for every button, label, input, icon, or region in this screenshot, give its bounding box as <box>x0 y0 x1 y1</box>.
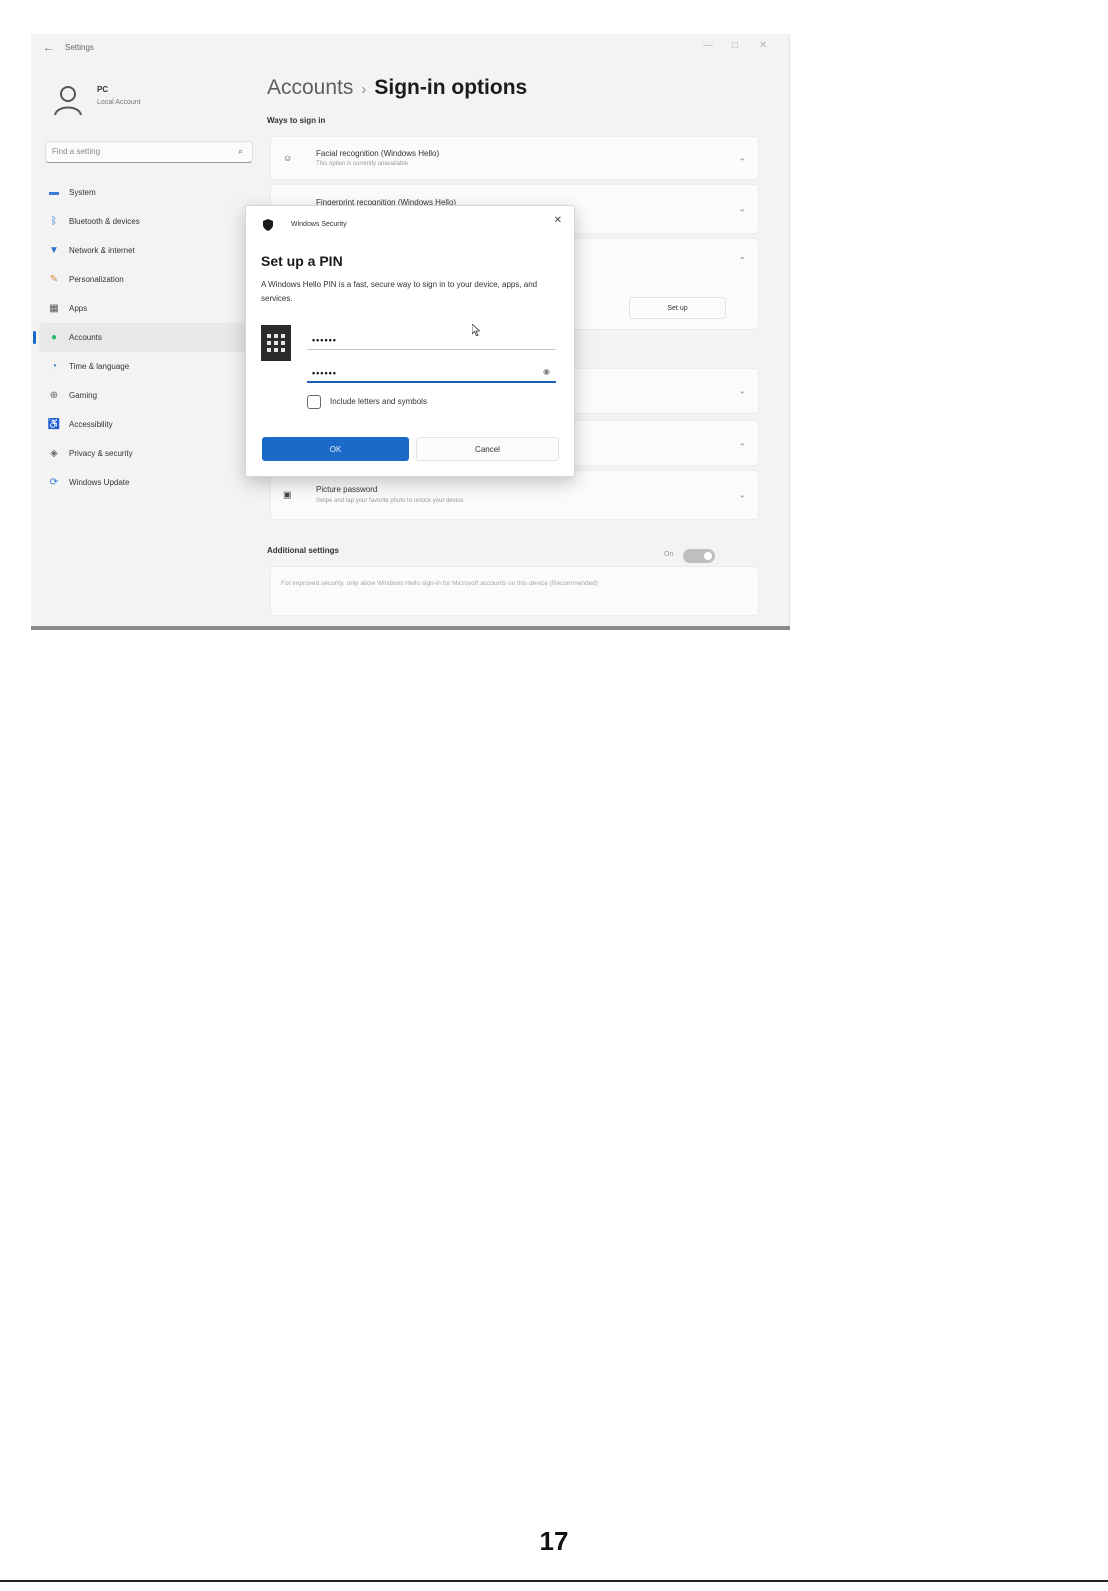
sidebar-item-label: Accessibility <box>69 420 113 429</box>
toggle-knob <box>704 552 712 560</box>
brush-icon: ✎ <box>49 274 59 285</box>
chevron-up-icon: ⌃ <box>738 255 746 266</box>
face-icon: ☺ <box>283 153 293 163</box>
gamepad-icon: ⊕ <box>49 390 59 401</box>
sidebar-item-label: Bluetooth & devices <box>69 217 140 226</box>
sidebar-item-label: Gaming <box>69 391 98 400</box>
sidebar-item-label: Windows Update <box>69 478 130 487</box>
dialog-close-icon[interactable]: ✕ <box>554 215 562 226</box>
dialog-description: A Windows Hello PIN is a fast, secure wa… <box>261 280 538 303</box>
apps-icon: ▦ <box>49 303 59 314</box>
breadcrumb-parent[interactable]: Accounts <box>267 76 353 99</box>
sidebar-item-gaming[interactable]: ⊕ Gaming <box>39 381 265 410</box>
title-bar: ← Settings — □ ✕ <box>31 34 789 64</box>
accessibility-icon: ♿ <box>47 419 61 430</box>
chevron-down-icon: ⌄ <box>738 489 746 500</box>
mouse-cursor-icon <box>472 324 480 336</box>
reveal-eye-icon[interactable]: ◉ <box>543 367 550 376</box>
sidebar-nav: ▬ System ᛒ Bluetooth & devices ▼ Network & in… <box>33 178 265 497</box>
confirm-pin-field[interactable]: •••••• ◉ <box>307 363 556 383</box>
keypad-icon <box>261 325 291 361</box>
dialog-app-name: Windows Security <box>291 221 347 228</box>
sidebar-item-label: Network & internet <box>69 246 135 255</box>
new-pin-field[interactable]: •••••• <box>307 330 556 350</box>
dialog-title: Set up a PIN <box>261 253 343 269</box>
search-input[interactable]: Find a setting ⌕ <box>45 141 253 163</box>
sidebar-item-system[interactable]: ▬ System <box>39 178 265 207</box>
window-title: Settings <box>65 43 94 52</box>
sidebar-item-accessibility[interactable]: ♿ Accessibility <box>39 410 265 439</box>
chevron-down-icon: ⌄ <box>738 385 746 396</box>
windows-security-shield-icon <box>263 219 273 231</box>
page-bottom-rule <box>0 1580 1108 1582</box>
profile-name: PC <box>97 85 109 94</box>
sidebar-item-time-language[interactable]: ◔ Time & language <box>39 352 265 381</box>
card-subtitle: This option is currently unavailable <box>316 161 409 167</box>
chevron-down-icon: ⌄ <box>738 203 746 214</box>
sidebar-item-label: Apps <box>69 304 88 313</box>
active-indicator <box>33 331 36 344</box>
sidebar-item-label: System <box>69 188 96 197</box>
page-title: Sign-in options <box>374 76 528 99</box>
sidebar-item-accounts[interactable]: ● Accounts <box>33 323 265 352</box>
sidebar-item-privacy-security[interactable]: ◈ Privacy & security <box>39 439 265 468</box>
breadcrumb: Accounts › Sign-in options <box>267 76 527 100</box>
person-icon: ● <box>50 332 58 343</box>
card-title: Facial recognition (Windows Hello) <box>316 149 440 158</box>
card-subtitle: Swipe and tap your favorite photo to unl… <box>316 498 464 504</box>
chevron-down-icon: ⌄ <box>738 152 746 163</box>
avatar-icon[interactable] <box>49 81 87 119</box>
shield-icon: ◈ <box>50 448 58 459</box>
sidebar-item-label: Privacy & security <box>69 449 133 458</box>
page-number: 17 <box>539 1526 569 1556</box>
profile-account-type: Local Account <box>97 99 141 106</box>
additional-setting-text: For improved security, only allow Window… <box>281 580 599 587</box>
confirm-pin-value: •••••• <box>312 368 337 378</box>
card-picture-password[interactable]: ▣ Picture password Swipe and tap your fa… <box>270 470 759 520</box>
ways-to-sign-in-heading: Ways to sign in <box>267 116 326 125</box>
windows-hello-only-toggle[interactable] <box>683 549 715 563</box>
toggle-state-label: On <box>664 551 674 558</box>
sidebar-item-windows-update[interactable]: ⟳ Windows Update <box>39 468 265 497</box>
card-title: Picture password <box>316 485 378 494</box>
cancel-button[interactable]: Cancel <box>416 437 559 461</box>
picture-icon: ▣ <box>283 489 292 500</box>
wifi-icon: ▼ <box>49 245 59 256</box>
card-additional-setting: For improved security, only allow Window… <box>270 566 759 616</box>
additional-settings-heading: Additional settings <box>267 546 339 555</box>
include-letters-label: Include letters and symbols <box>330 397 427 406</box>
globe-clock-icon: ◔ <box>50 361 58 372</box>
search-icon: ⌕ <box>237 146 243 156</box>
set-up-button[interactable]: Set up <box>629 297 726 319</box>
ok-button[interactable]: OK <box>262 437 409 461</box>
sidebar-item-label: Accounts <box>69 333 102 342</box>
monitor-icon: ▬ <box>49 187 59 198</box>
update-icon: ⟳ <box>49 477 59 488</box>
sidebar-item-network-internet[interactable]: ▼ Network & internet <box>39 236 265 265</box>
sidebar-item-label: Time & language <box>69 362 130 371</box>
window-bottom-edge <box>31 626 790 630</box>
set-up-pin-dialog: Windows Security ✕ Set up a PIN A Window… <box>245 205 575 477</box>
sidebar-item-label: Personalization <box>69 275 124 284</box>
card-facial-recognition[interactable]: ☺ Facial recognition (Windows Hello) Thi… <box>270 136 759 180</box>
search-placeholder: Find a setting <box>52 147 101 156</box>
maximize-icon[interactable]: □ <box>732 40 738 51</box>
sidebar-item-apps[interactable]: ▦ Apps <box>39 294 265 323</box>
include-letters-checkbox[interactable] <box>307 395 321 409</box>
sidebar-item-personalization[interactable]: ✎ Personalization <box>39 265 265 294</box>
close-icon[interactable]: ✕ <box>759 40 767 51</box>
bluetooth-icon: ᛒ <box>51 216 57 227</box>
breadcrumb-separator: › <box>361 81 367 98</box>
chevron-down-icon: ⌄ <box>738 437 746 448</box>
sidebar-item-bluetooth-devices[interactable]: ᛒ Bluetooth & devices <box>39 207 265 236</box>
back-arrow-icon[interactable]: ← <box>43 42 54 54</box>
minimize-icon[interactable]: — <box>703 40 713 51</box>
new-pin-value: •••••• <box>312 335 337 345</box>
